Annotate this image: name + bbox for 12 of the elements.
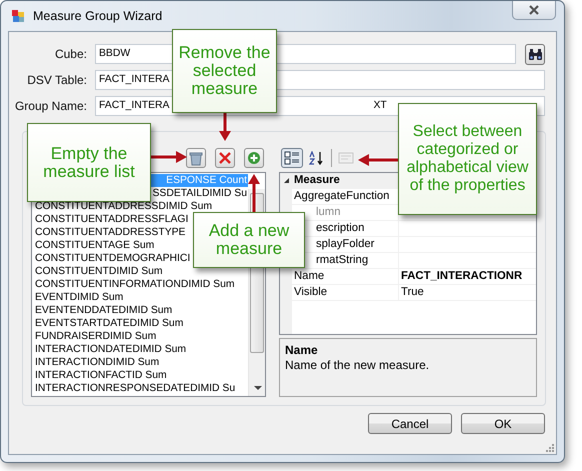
callout-text: Empty the measure list (42, 144, 136, 180)
field-label: Cube: (54, 47, 87, 61)
window-title: Measure Group Wizard (33, 9, 162, 23)
description-text: Name of the new measure. (285, 358, 430, 372)
field-label: Group Name: (14, 99, 87, 113)
field-label: DSV Table: (26, 73, 87, 87)
callout-text: Add a new measure (208, 222, 290, 258)
category-label: Measure (293, 173, 340, 188)
property-name: Name (292, 269, 399, 284)
callout-text: Select between categorized or alphabetical view of the properties (406, 123, 530, 195)
property-name: Visible (292, 285, 399, 300)
description-title: Name (285, 343, 319, 357)
